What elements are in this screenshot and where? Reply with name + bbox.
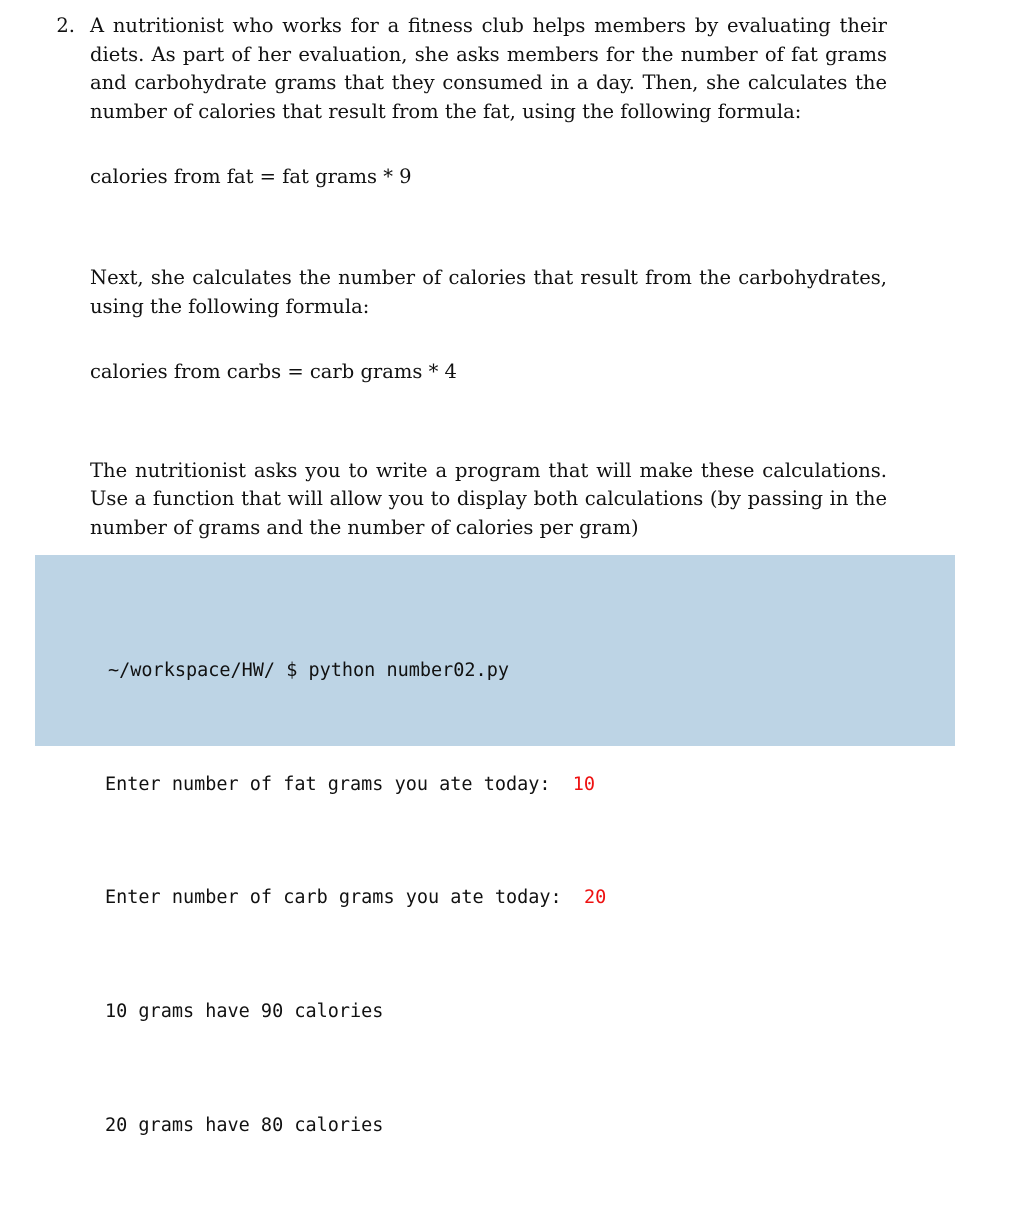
input-value-fat-grams: 10 (572, 773, 596, 795)
paragraph-intro: A nutritionist who works for a fitness c… (90, 14, 887, 123)
terminal-lines: ~/workspace/HW/ $ python number02.py Ent… (35, 555, 955, 1225)
paragraph-task: The nutritionist asks you to write a pro… (90, 458, 887, 539)
prompt-carb-label: Enter number of carb grams you ate today… (105, 887, 584, 909)
list-marker: 2. (56, 14, 75, 37)
input-value-carb-grams: 20 (583, 887, 607, 909)
terminal-prompt-fat-grams: Enter number of fat grams you ate today:… (105, 771, 955, 799)
terminal-result-carb: 20 grams have 80 calories (105, 1114, 384, 1136)
prompt-fat-label: Enter number of fat grams you ate today: (105, 773, 573, 795)
document-page: 2. A nutritionist who works for a fitnes… (0, 0, 1024, 1136)
terminal-command-line: ~/workspace/HW/ $ python number02.py (108, 657, 955, 685)
formula-carbs: calories from carbs = carb grams * 4 (90, 360, 457, 384)
terminal-output-panel: ~/workspace/HW/ $ python number02.py Ent… (35, 555, 955, 1136)
formula-fat: calories from fat = fat grams * 9 (90, 165, 412, 189)
problem-block: 2. A nutritionist who works for a fitnes… (0, 0, 1024, 543)
problem-body: A nutritionist who works for a fitness c… (90, 0, 956, 543)
shell-command: python number02.py (308, 660, 509, 682)
terminal-result-fat: 10 grams have 90 calories (105, 1001, 384, 1023)
shell-prompt: ~/workspace/HW/ $ (108, 660, 309, 682)
terminal-prompt-carb-grams: Enter number of carb grams you ate today… (105, 884, 955, 912)
paragraph-carbs: Next, she calculates the number of calor… (90, 265, 887, 318)
problem-row: 2. A nutritionist who works for a fitnes… (0, 0, 1024, 543)
